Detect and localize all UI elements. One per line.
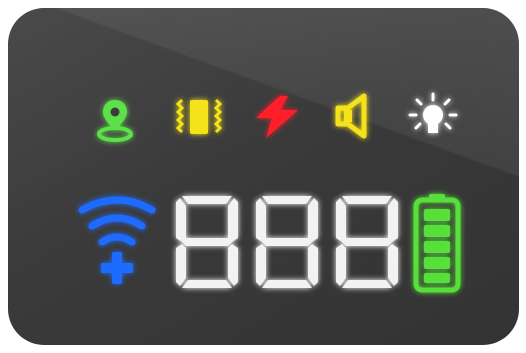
battery-icon (412, 194, 462, 294)
digit-3 (332, 192, 402, 292)
digit-2 (252, 192, 322, 292)
seven-segment-display: 888 (172, 192, 400, 292)
light-bulb-icon (406, 90, 460, 144)
display-value: 888 (172, 192, 174, 193)
vibration-icon (175, 94, 223, 142)
speaker-icon (334, 92, 376, 142)
location-pin-icon (94, 96, 136, 144)
lightning-bolt-icon (250, 92, 304, 142)
wifi-plus-icon (74, 192, 160, 292)
digit-1 (172, 192, 242, 292)
lcd-panel: 888 (8, 8, 519, 345)
